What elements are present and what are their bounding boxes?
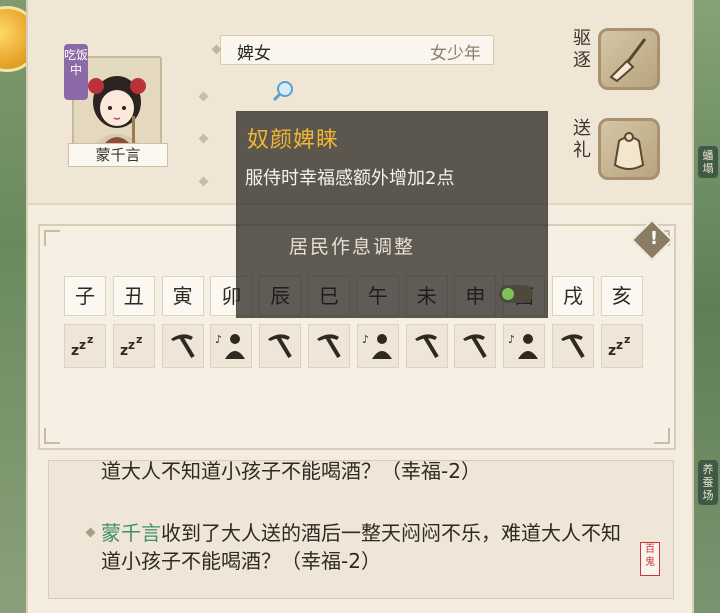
rest-icon[interactable]: ♪ [210,324,253,368]
log-line-partial: 道大人不知道小孩子不能喝酒？（幸福-2） [101,460,481,483]
expel-button[interactable] [598,28,660,90]
work-icon[interactable] [161,324,204,368]
gift-label: 送礼 [573,118,591,161]
work-icon[interactable] [259,324,302,368]
schedule-title: 居民作息调整 [289,236,416,258]
svg-text:z: z [79,338,86,352]
resident-name: 蒙千言 [68,143,168,167]
toggle-switch[interactable] [499,285,533,303]
seal-stamp: 百鬼 [640,542,660,576]
svg-text:z: z [136,333,142,346]
trait-tooltip: 奴颜婢睐 服侍时幸福感额外增加2点 居民作息调整 [236,111,548,318]
event-log[interactable]: 道大人不知道小孩子不能喝酒？（幸福-2） 蒙千言收到了大人送的酒后一整天闷闷不乐… [48,460,674,599]
svg-text:z: z [71,343,79,359]
bullet-icon [85,527,96,538]
log-entry-name: 蒙千言 [101,521,161,545]
svg-text:♪: ♪ [508,333,515,346]
svg-text:z: z [608,343,616,359]
world-map-left [0,0,26,613]
svg-text:z: z [87,333,93,346]
svg-text:z: z [120,343,128,359]
sleep-icon[interactable]: zzz [64,324,106,368]
hour-cell: 寅 [161,276,204,316]
log-entry-text: 收到了大人送的酒后一整天闷闷不乐，难道大人不知道小孩子不能喝酒？（幸福-2） [101,521,621,573]
svg-text:♪: ♪ [215,333,222,346]
trait-title: 奴颜婢睐 [247,128,340,153]
age-group-label: 女少年 [430,44,481,64]
role-field: 婢女 女少年 [211,35,494,65]
work-icon[interactable] [308,324,350,368]
work-icon[interactable] [552,324,594,368]
map-side-label-bottom[interactable]: 养蚕场 [698,460,718,505]
work-icon[interactable] [454,324,497,368]
hour-cell: 丑 [112,276,155,316]
work-icon[interactable] [405,324,448,368]
frame-corner [44,428,60,444]
hour-cell: 戌 [552,276,594,316]
world-map-right: 蟠塌 养蚕场 [694,0,720,613]
magnifier-icon[interactable] [272,80,294,102]
expel-label: 驱逐 [573,28,591,71]
log-entry: 蒙千言收到了大人送的酒后一整天闷闷不乐，难道大人不知道小孩子不能喝酒？（幸福-2… [101,519,621,575]
trait-description: 服侍时幸福感额外增加2点 [245,168,455,189]
exclamation-icon: ! [649,228,659,249]
sleep-icon[interactable]: zzz [112,324,155,368]
svg-text:z: z [128,338,135,352]
rest-icon[interactable]: ♪ [503,324,546,368]
sleep-icon[interactable]: zzz [600,324,643,368]
frame-corner [654,428,670,444]
frame-corner [44,230,60,246]
svg-text:♪: ♪ [362,333,369,346]
svg-text:z: z [624,333,630,346]
hour-cell: 亥 [600,276,643,316]
status-badge: 吃饭中 [64,44,88,100]
gift-bag-icon [613,132,645,170]
svg-text:z: z [616,338,623,352]
map-side-label-top[interactable]: 蟠塌 [698,146,718,178]
role-label: 婢女 [237,44,271,64]
gift-button[interactable] [598,118,660,180]
hour-cell: 子 [64,276,106,316]
broom-icon [609,38,647,83]
rest-icon[interactable]: ♪ [356,324,399,368]
